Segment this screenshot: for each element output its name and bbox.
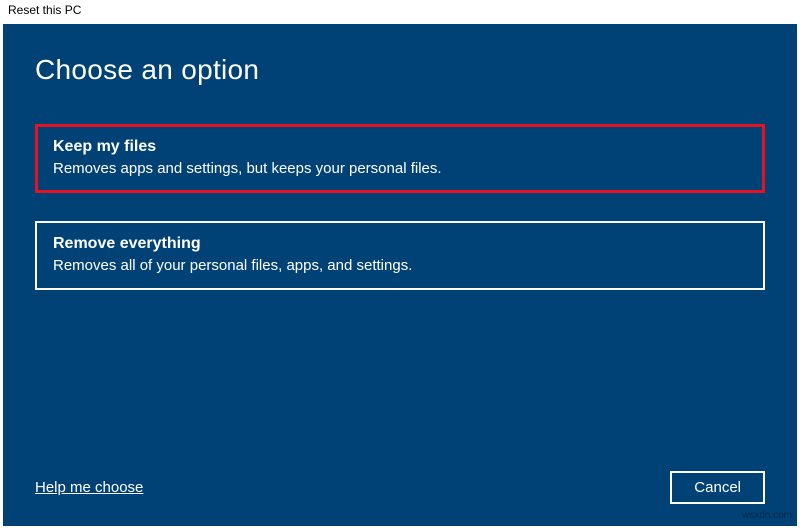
- help-me-choose-link[interactable]: Help me choose: [35, 479, 143, 496]
- option-remove-everything[interactable]: Remove everything Removes all of your pe…: [35, 221, 765, 290]
- dialog-footer: Help me choose Cancel: [35, 471, 765, 504]
- cancel-button[interactable]: Cancel: [670, 471, 765, 504]
- option-keep-title: Keep my files: [53, 138, 747, 156]
- reset-dialog: Choose an option Keep my files Removes a…: [3, 24, 797, 526]
- option-keep-my-files[interactable]: Keep my files Removes apps and settings,…: [35, 124, 765, 193]
- option-keep-desc: Removes apps and settings, but keeps you…: [53, 160, 747, 177]
- option-remove-desc: Removes all of your personal files, apps…: [53, 257, 747, 274]
- window-title: Reset this PC: [0, 0, 800, 24]
- page-title: Choose an option: [35, 54, 765, 86]
- option-remove-title: Remove everything: [53, 235, 747, 253]
- watermark: wsxdn.com: [742, 510, 792, 521]
